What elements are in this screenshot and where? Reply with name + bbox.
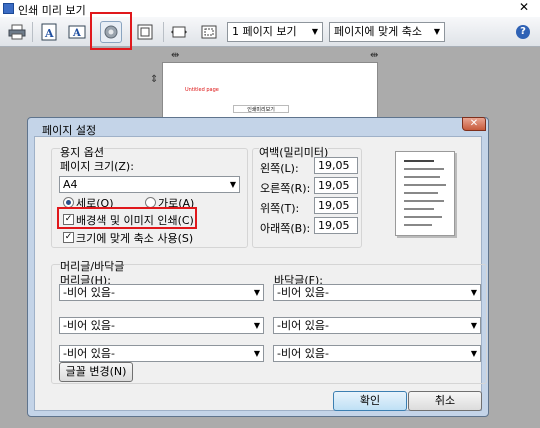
footer-dropdown-value: -비어 있음- bbox=[277, 286, 329, 299]
cancel-button[interactable]: 취소 bbox=[408, 391, 482, 411]
top-margin-label: 위쪽(T): bbox=[260, 202, 300, 215]
window-title: 인쇄 미리 보기 bbox=[18, 4, 86, 17]
page-size-value: A4 bbox=[63, 178, 78, 191]
bottom-margin-label: 아래쪽(B): bbox=[260, 222, 311, 235]
header-footer-button[interactable] bbox=[134, 21, 156, 43]
app-icon bbox=[3, 3, 14, 14]
window-close-button[interactable]: ✕ bbox=[513, 0, 535, 14]
toolbar-separator bbox=[32, 22, 33, 42]
thumbnail-line bbox=[404, 224, 432, 226]
view-mode-value: 1 페이지 보기 bbox=[232, 25, 297, 38]
chevron-down-icon: ▼ bbox=[433, 27, 441, 36]
left-margin-label: 왼쪽(L): bbox=[260, 162, 299, 175]
resize-horizontal-icon[interactable]: ⇹ bbox=[171, 50, 179, 61]
printer-icon bbox=[8, 24, 26, 40]
footer-dropdown-value: -비어 있음- bbox=[277, 347, 329, 360]
chevron-down-icon: ▼ bbox=[470, 288, 477, 297]
preview-footer-text: 인쇄미리보기 bbox=[233, 105, 289, 113]
right-margin-label: 오른쪽(R): bbox=[260, 182, 311, 195]
portrait-orientation-button[interactable]: A bbox=[38, 21, 60, 43]
view-mode-dropdown[interactable]: 1 페이지 보기 ▼ bbox=[227, 22, 323, 42]
top-margin-input[interactable]: 19,05 bbox=[314, 197, 358, 214]
footer-dropdown[interactable]: -비어 있음- ▼ bbox=[273, 284, 481, 301]
landscape-page-icon: A bbox=[68, 25, 86, 39]
svg-text:A: A bbox=[72, 28, 81, 39]
svg-text:A: A bbox=[44, 27, 54, 40]
zoom-dropdown[interactable]: 페이지에 맞게 축소 ▼ bbox=[329, 22, 445, 42]
fit-page-icon bbox=[201, 25, 217, 39]
thumbnail-line bbox=[404, 160, 434, 162]
footer-dropdown-value: -비어 있음- bbox=[277, 319, 329, 332]
dialog-close-button[interactable]: ✕ bbox=[462, 117, 486, 131]
thumbnail-line bbox=[404, 176, 440, 178]
resize-vertical-icon[interactable]: ⇕ bbox=[150, 74, 158, 85]
page-thumbnail bbox=[395, 151, 455, 236]
header-dropdown[interactable]: -비어 있음- ▼ bbox=[59, 317, 264, 334]
header-dropdown-value: -비어 있음- bbox=[63, 319, 115, 332]
preview-header-text: Untitled page bbox=[185, 87, 219, 93]
thumbnail-line bbox=[404, 184, 446, 186]
highlight-box bbox=[57, 207, 197, 229]
thumbnail-line bbox=[404, 168, 444, 170]
print-button[interactable] bbox=[6, 21, 28, 43]
header-dropdown[interactable]: -비어 있음- ▼ bbox=[59, 284, 264, 301]
portrait-page-icon: A bbox=[41, 23, 57, 41]
page-size-dropdown[interactable]: A4 ▼ bbox=[59, 176, 240, 193]
toolbar-separator bbox=[163, 22, 164, 42]
full-width-button[interactable] bbox=[168, 21, 190, 43]
chevron-down-icon: ▼ bbox=[470, 349, 477, 358]
chevron-down-icon: ▼ bbox=[253, 288, 260, 297]
chevron-down-icon: ▼ bbox=[229, 180, 236, 189]
thumbnail-line bbox=[404, 208, 434, 210]
footer-dropdown[interactable]: -비어 있음- ▼ bbox=[273, 317, 481, 334]
bottom-margin-input[interactable]: 19,05 bbox=[314, 217, 358, 234]
right-margin-input[interactable]: 19,05 bbox=[314, 177, 358, 194]
thumbnail-line bbox=[404, 192, 438, 194]
landscape-orientation-button[interactable]: A bbox=[66, 21, 88, 43]
shrink-to-fit-checkbox[interactable]: ✓ bbox=[63, 232, 74, 243]
chevron-down-icon: ▼ bbox=[253, 349, 260, 358]
header-dropdown-value: -비어 있음- bbox=[63, 347, 115, 360]
full-page-button[interactable] bbox=[198, 21, 220, 43]
left-margin-input[interactable]: 19,05 bbox=[314, 157, 358, 174]
header-dropdown-value: -비어 있음- bbox=[63, 286, 115, 299]
header-dropdown[interactable]: -비어 있음- ▼ bbox=[59, 345, 264, 362]
footer-dropdown[interactable]: -비어 있음- ▼ bbox=[273, 345, 481, 362]
fit-width-icon bbox=[171, 26, 187, 38]
highlight-box bbox=[90, 12, 132, 50]
thumbnail-line bbox=[404, 200, 444, 202]
page-frame-icon bbox=[137, 24, 153, 40]
change-font-button[interactable]: 글꼴 변경(N) bbox=[59, 362, 133, 382]
chevron-down-icon: ▼ bbox=[470, 321, 477, 330]
resize-horizontal-icon[interactable]: ⇹ bbox=[370, 50, 378, 61]
chevron-down-icon: ▼ bbox=[253, 321, 260, 330]
thumbnail-line bbox=[404, 216, 442, 218]
page-size-label: 페이지 크기(Z): bbox=[60, 160, 134, 173]
chevron-down-icon: ▼ bbox=[311, 27, 319, 36]
shrink-to-fit-label: 크기에 맞게 축소 사용(S) bbox=[76, 232, 194, 245]
ok-button[interactable]: 확인 bbox=[333, 391, 407, 411]
zoom-value: 페이지에 맞게 축소 bbox=[334, 25, 422, 38]
help-icon[interactable]: ? bbox=[516, 25, 530, 39]
